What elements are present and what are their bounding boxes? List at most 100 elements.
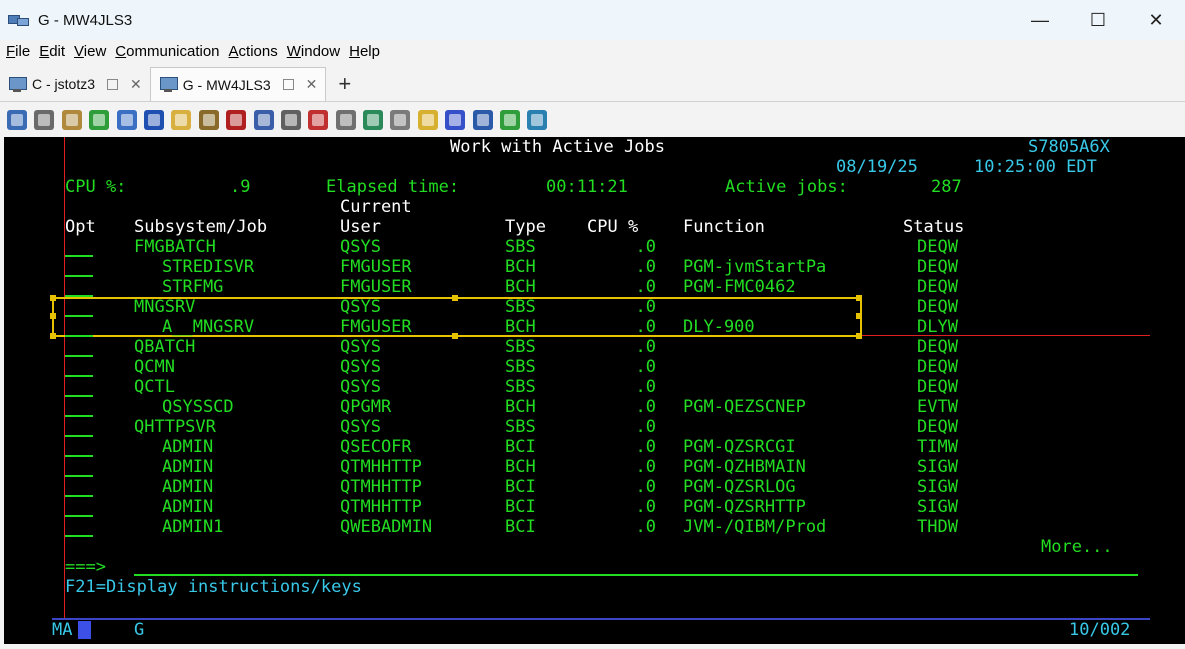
option-input[interactable]	[65, 415, 93, 417]
selection-handle[interactable]	[50, 333, 56, 339]
tab-restore-icon[interactable]	[107, 78, 119, 90]
option-input[interactable]	[65, 355, 93, 357]
option-input[interactable]	[65, 275, 93, 277]
copy-screen-icon[interactable]	[7, 110, 27, 130]
monitor-icon	[8, 76, 27, 92]
selection-handle[interactable]	[856, 333, 862, 339]
menu-file[interactable]: File	[6, 43, 30, 60]
screen-time: 10:25:00 EDT	[974, 157, 1097, 177]
menu-actions[interactable]: Actions	[229, 43, 278, 60]
row-status: SIGW	[917, 457, 958, 477]
row-status: DEQW	[917, 337, 958, 357]
cpu-value: .9	[230, 177, 251, 197]
row-job: QHTTPSVR	[134, 417, 216, 437]
menu-edit[interactable]: Edit	[39, 43, 65, 60]
settings-icon[interactable]	[472, 110, 493, 130]
option-input[interactable]	[65, 335, 93, 337]
header-job: Subsystem/Job	[134, 217, 268, 237]
row-cpu: .0	[635, 317, 656, 337]
row-job: ADMIN	[162, 497, 214, 517]
option-input[interactable]	[65, 375, 93, 377]
command-prompt: ===>	[65, 557, 106, 577]
selection-handle[interactable]	[452, 295, 458, 301]
package-icon[interactable]	[198, 110, 219, 130]
option-input[interactable]	[65, 315, 93, 317]
screen-title: Work with Active Jobs	[450, 137, 665, 157]
toolbar	[0, 104, 1185, 136]
selection-handle[interactable]	[856, 295, 862, 301]
option-input[interactable]	[65, 495, 93, 497]
record-macro-icon[interactable]	[171, 110, 192, 130]
screen-date: 08/19/25	[836, 157, 918, 177]
system-name: S7805A6X	[1028, 137, 1110, 157]
row-job: FMGBATCH	[134, 237, 216, 257]
close-button[interactable]: ✕	[1127, 0, 1185, 40]
row-cpu: .0	[635, 297, 656, 317]
printer-icon[interactable]	[335, 110, 356, 130]
selection-handle[interactable]	[856, 313, 862, 319]
connect-icon[interactable]	[363, 110, 384, 130]
row-job: QCMN	[134, 357, 175, 377]
header-status: Status	[903, 217, 965, 237]
menu-communication[interactable]: Communication	[115, 43, 219, 60]
tab-session-g[interactable]: G - MW4JLS3 ✕	[149, 67, 327, 101]
option-input[interactable]	[65, 475, 93, 477]
row-type: BCH	[505, 257, 536, 277]
selection-handle[interactable]	[452, 333, 458, 339]
row-cpu: .0	[635, 237, 656, 257]
screenshot-icon[interactable]	[527, 110, 548, 130]
receive-file-icon[interactable]	[89, 110, 110, 130]
row-status: DEQW	[917, 237, 958, 257]
tab-label: C - jstotz3	[32, 76, 96, 92]
row-user: QTMHHTTP	[340, 497, 422, 517]
tab-restore-icon[interactable]	[282, 79, 294, 90]
menu-view[interactable]: View	[74, 43, 106, 60]
row-user: QSYS	[340, 237, 381, 257]
tools-icon[interactable]	[280, 110, 301, 130]
selection-handle[interactable]	[50, 313, 56, 319]
row-job: ADMIN	[162, 477, 214, 497]
robot-icon[interactable]	[308, 110, 329, 130]
row-user: QSYS	[340, 357, 381, 377]
row-type: BCH	[505, 317, 536, 337]
save-icon[interactable]	[116, 110, 137, 130]
option-input[interactable]	[65, 255, 93, 257]
tab-session-c[interactable]: C - jstotz3 ✕	[0, 67, 150, 101]
app-icon	[8, 13, 30, 27]
disconnect-icon[interactable]	[390, 110, 411, 130]
sql-icon[interactable]	[226, 110, 247, 130]
header-function: Function	[683, 217, 765, 237]
menu-help[interactable]: Help	[349, 43, 380, 60]
paste-icon[interactable]	[61, 110, 82, 130]
row-user: QSECOFR	[340, 437, 412, 457]
copy-icon[interactable]	[34, 110, 55, 130]
minimize-button[interactable]: —	[1011, 0, 1069, 40]
option-input[interactable]	[65, 515, 93, 517]
keyboard-icon[interactable]	[253, 110, 274, 130]
notepad-icon[interactable]	[417, 110, 438, 130]
command-input[interactable]	[134, 574, 1138, 576]
option-input[interactable]	[65, 395, 93, 397]
tab-close-icon[interactable]: ✕	[130, 76, 142, 93]
option-input[interactable]	[65, 435, 93, 437]
terminal-screen[interactable]: Work with Active Jobs S7805A6X 08/19/25 …	[4, 137, 1185, 644]
row-job: STREDISVR	[162, 257, 255, 277]
option-input[interactable]	[65, 455, 93, 457]
new-tab-plus-icon[interactable]: +	[326, 71, 363, 101]
row-cpu: .0	[635, 437, 656, 457]
row-job: A__MNGSRV	[162, 317, 255, 337]
row-type: BCI	[505, 497, 536, 517]
tab-close-icon[interactable]: ✕	[306, 76, 318, 93]
upload-icon[interactable]	[500, 110, 521, 130]
macro-play-icon[interactable]	[143, 110, 164, 130]
maximize-button[interactable]: ☐	[1069, 0, 1127, 40]
selection-handle[interactable]	[50, 295, 56, 301]
option-input[interactable]	[65, 295, 93, 297]
menu-window[interactable]: Window	[287, 43, 340, 60]
option-input[interactable]	[65, 535, 93, 537]
column-ruler	[64, 137, 65, 619]
oia-mode: MA	[52, 620, 73, 640]
row-user: FMGUSER	[340, 257, 412, 277]
row-status: DLYW	[917, 317, 958, 337]
help-icon[interactable]	[445, 110, 466, 130]
